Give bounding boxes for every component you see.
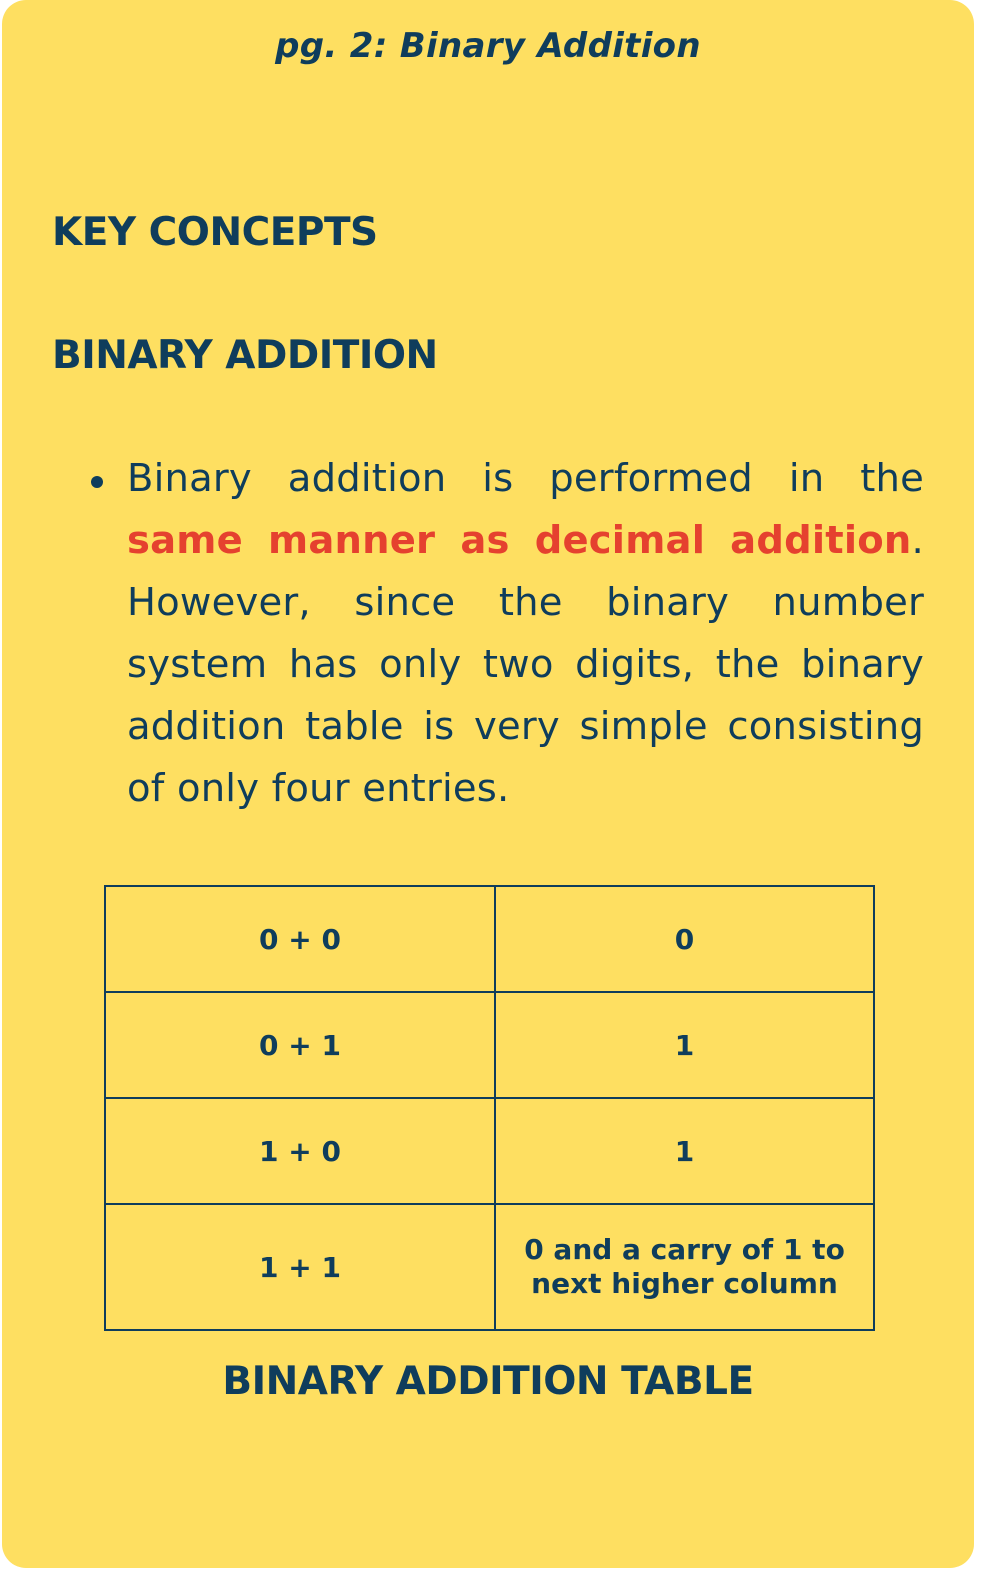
concept-bullet: Binary addition is performed in the same… [91,448,924,820]
table-cell-expression: 1 + 1 [104,1203,496,1331]
concept-text-before: Binary addition is performed in the [127,456,924,501]
binary-addition-table: 0 + 0 0 0 + 1 1 1 + 0 1 1 + 1 0 and a ca… [104,885,875,1331]
page-label: pg. 2: Binary Addition [275,26,701,66]
table-row: 1 + 1 0 and a carry of 1 to next higher … [104,1203,875,1331]
table-cell-result: 0 and a carry of 1 to next higher column [494,1203,875,1331]
table-row: 0 + 0 0 [104,885,875,993]
table-cell-result-multiline: 0 and a carry of 1 to next higher column [524,1233,845,1301]
table-cell-result: 1 [494,1097,875,1205]
bullet-dot-icon [91,476,103,488]
result-line-1: 0 and a carry of 1 to [524,1233,845,1266]
page-card: pg. 2: Binary Addition KEY CONCEPTS BINA… [2,0,974,1568]
key-concepts-heading: KEY CONCEPTS [52,210,378,255]
table-cell-result: 1 [494,991,875,1099]
table-cell-result: 0 [494,885,875,993]
concept-text: Binary addition is performed in the same… [127,448,924,820]
table-cell-expression: 0 + 0 [104,885,496,993]
result-line-2: next higher column [531,1267,838,1300]
table-cell-expression: 1 + 0 [104,1097,496,1205]
table-caption: BINARY ADDITION TABLE [222,1359,754,1404]
concept-emphasis: same manner as decimal addition [127,518,912,563]
binary-addition-heading: BINARY ADDITION [52,333,438,378]
concept-list: Binary addition is performed in the same… [91,448,924,820]
table-row: 1 + 0 1 [104,1097,875,1205]
addition-table-wrapper: 0 + 0 0 0 + 1 1 1 + 0 1 1 + 1 0 and a ca… [104,885,875,1331]
table-cell-expression: 0 + 1 [104,991,496,1099]
table-row: 0 + 1 1 [104,991,875,1099]
